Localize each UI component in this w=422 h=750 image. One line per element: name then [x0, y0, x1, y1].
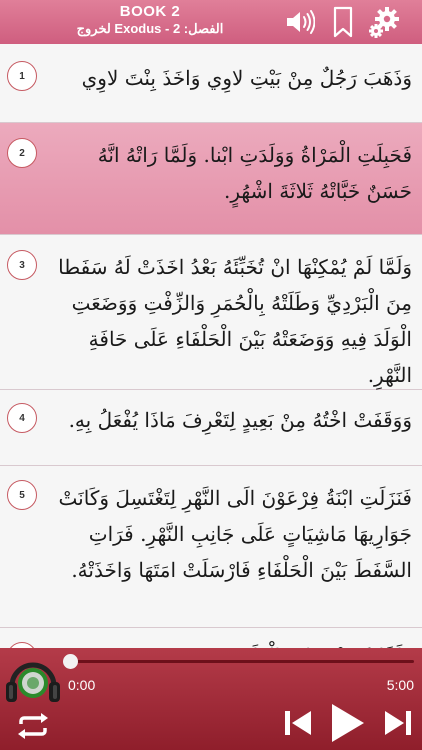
verse-list[interactable]: 1 وَذَهَبَ رَجُلٌ مِنْ بَيْتِ لاوِي وَاخ… [0, 44, 422, 648]
repeat-icon [18, 713, 48, 739]
verse-row-selected[interactable]: 2 فَحَبِلَتِ الْمَرْاةُ وَوَلَدَتِ ابْنا… [0, 123, 422, 235]
play-icon [332, 704, 364, 742]
speaker-icon [287, 10, 315, 34]
verse-row[interactable]: 5 فَنَزَلَتِ ابْنَةُ فِرْعَوْنَ الَى الن… [0, 466, 422, 628]
verse-text: وَوَقَفَتْ اخْتُهُ مِنْ بَعِيدٍ لِتَعْرِ… [68, 408, 412, 432]
verse-text: فَحَبِلَتِ الْمَرْاةُ وَوَلَدَتِ ابْنا. … [97, 143, 412, 203]
verse-text: فَنَزَلَتِ ابْنَةُ فِرْعَوْنَ الَى النَّ… [58, 486, 412, 582]
chapter-label: لخروج Exodus - الفصل: 2 [76, 21, 224, 36]
verse-text: وَذَهَبَ رَجُلٌ مِنْ بَيْتِ لاوِي وَاخَذ… [81, 66, 412, 90]
verse-number: 3 [7, 250, 37, 280]
verse-number: 1 [7, 61, 37, 91]
previous-button[interactable] [282, 706, 314, 740]
play-button[interactable] [326, 700, 368, 746]
verse-row[interactable]: 1 وَذَهَبَ رَجُلٌ مِنْ بَيْتِ لاوِي وَاخ… [0, 44, 422, 123]
duration-time: 5:00 [386, 677, 414, 693]
bookmark-icon [333, 6, 353, 38]
progress-knob[interactable] [63, 654, 78, 669]
settings-button[interactable] [366, 0, 402, 44]
verse-row[interactable]: 6 وَلَمَّا فَتَحَتْهُ رَاتِ الْوَلَدَ [0, 628, 422, 648]
verse-number: 5 [7, 480, 37, 510]
verse-row[interactable]: 3 وَلَمَّا لَمْ يُمْكِنْهَا انْ تُخَبِّئ… [0, 235, 422, 390]
verse-number: 4 [7, 403, 37, 433]
skip-next-icon [385, 711, 411, 735]
skip-previous-icon [285, 711, 311, 735]
bookmark-button[interactable] [330, 0, 356, 44]
repeat-button[interactable] [14, 711, 52, 741]
header-title: BOOK 2 لخروج Exodus - الفصل: 2 [0, 3, 300, 38]
audio-player: 0:00 5:00 [0, 648, 422, 750]
gear-icon [369, 7, 399, 38]
verse-number: 2 [7, 138, 37, 168]
verse-text: وَلَمَّا لَمْ يُمْكِنْهَا انْ تُخَبِّئَه… [58, 255, 412, 387]
verse-text: وَلَمَّا فَتَحَتْهُ رَاتِ الْوَلَدَ [48, 638, 412, 648]
headphones-logo-icon [4, 652, 62, 710]
progress-track[interactable] [68, 660, 414, 663]
elapsed-time: 0:00 [68, 677, 96, 693]
next-button[interactable] [382, 706, 414, 740]
book-label: BOOK 2 [119, 3, 181, 20]
app-header: BOOK 2 لخروج Exodus - الفصل: 2 [0, 0, 422, 44]
sound-button[interactable] [282, 0, 318, 44]
verse-row[interactable]: 4 وَوَقَفَتْ اخْتُهُ مِنْ بَعِيدٍ لِتَعْ… [0, 390, 422, 466]
